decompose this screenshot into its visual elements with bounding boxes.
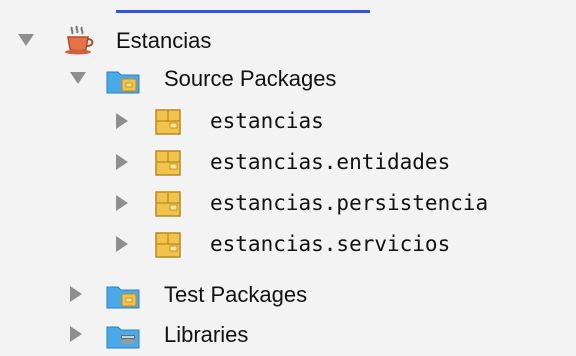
- package-icon: [154, 231, 182, 264]
- tree-node-package[interactable]: estancias.servicios: [0, 225, 576, 263]
- tree-node-libraries[interactable]: Libraries: [0, 315, 576, 353]
- tree-node-package[interactable]: estancias.entidades: [0, 143, 576, 181]
- tree-node-source-packages[interactable]: Source Packages: [0, 59, 576, 97]
- collapse-arrow-icon[interactable]: [116, 236, 128, 252]
- tree-node-package[interactable]: estancias: [0, 102, 576, 140]
- source-folder-icon: [106, 68, 142, 99]
- tree-node-label: estancias.servicios: [210, 232, 451, 256]
- tree-node-label: estancias: [210, 109, 324, 133]
- project-tree-panel: Estancias Source Packages estancias esta…: [0, 0, 576, 356]
- libraries-folder-icon: [106, 323, 142, 354]
- collapse-arrow-icon[interactable]: [116, 154, 128, 170]
- tree-node-root[interactable]: Estancias: [0, 21, 576, 59]
- tree-node-label: Source Packages: [164, 66, 337, 91]
- tree-node-label: estancias.persistencia: [210, 191, 489, 215]
- collapse-arrow-icon[interactable]: [116, 195, 128, 211]
- collapse-arrow-icon[interactable]: [116, 113, 128, 129]
- tree-node-test-packages[interactable]: Test Packages: [0, 275, 576, 313]
- java-project-icon: [62, 25, 96, 60]
- tree-node-package[interactable]: estancias.persistencia: [0, 184, 576, 222]
- tree-node-label: Test Packages: [164, 282, 308, 307]
- collapse-arrow-icon[interactable]: [70, 326, 82, 342]
- tree-node-label: Estancias: [116, 28, 212, 53]
- package-icon: [154, 149, 182, 182]
- tree-node-label: estancias.entidades: [210, 150, 451, 174]
- expand-arrow-icon[interactable]: [70, 72, 86, 84]
- test-folder-icon: [106, 283, 142, 314]
- package-icon: [154, 108, 182, 141]
- collapse-arrow-icon[interactable]: [70, 286, 82, 302]
- expand-arrow-icon[interactable]: [18, 34, 34, 46]
- tree-node-label: Libraries: [164, 322, 249, 347]
- package-icon: [154, 190, 182, 223]
- selection-accent-line: [116, 10, 370, 13]
